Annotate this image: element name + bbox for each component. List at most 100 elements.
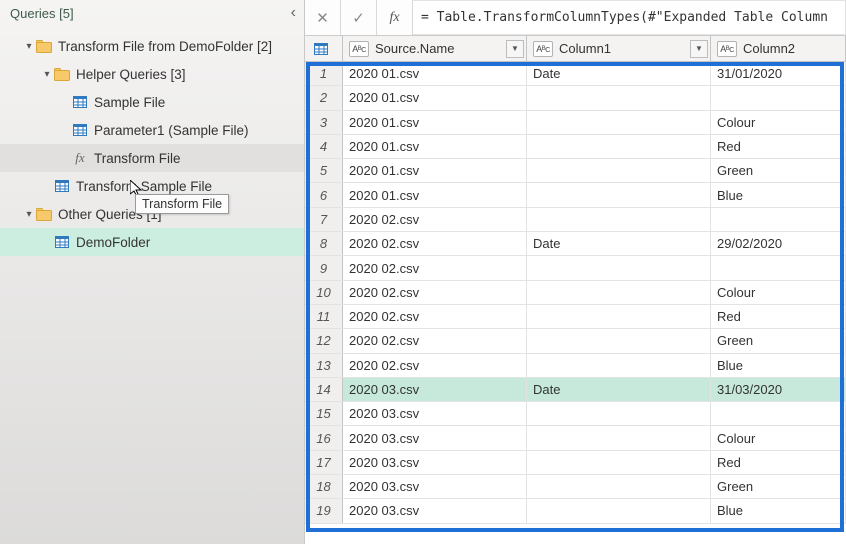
accept-button[interactable]: ✓ bbox=[341, 0, 377, 35]
table-row[interactable]: 172020 03.csv Red bbox=[305, 451, 846, 475]
row-number[interactable]: 5 bbox=[305, 159, 343, 182]
cell-c1[interactable] bbox=[527, 451, 711, 474]
cell-c1[interactable] bbox=[527, 305, 711, 328]
cell-source[interactable]: 2020 01.csv bbox=[343, 135, 527, 158]
tree-item[interactable]: ▾Helper Queries [3] bbox=[0, 60, 304, 88]
cell-source[interactable]: 2020 03.csv bbox=[343, 499, 527, 522]
cell-source[interactable]: 2020 01.csv bbox=[343, 183, 527, 206]
row-number[interactable]: 16 bbox=[305, 426, 343, 449]
cell-source[interactable]: 2020 02.csv bbox=[343, 256, 527, 279]
tree-item[interactable]: Sample File bbox=[0, 88, 304, 116]
cell-c2[interactable]: 31/01/2020 bbox=[711, 62, 846, 85]
cell-c2[interactable]: Red bbox=[711, 135, 846, 158]
row-number[interactable]: 6 bbox=[305, 183, 343, 206]
cell-c1[interactable]: Date bbox=[527, 62, 711, 85]
formula-input[interactable]: = Table.TransformColumnTypes(#"Expanded … bbox=[413, 0, 846, 35]
row-number[interactable]: 15 bbox=[305, 402, 343, 425]
row-number[interactable]: 14 bbox=[305, 378, 343, 401]
tree-item[interactable]: fxTransform File bbox=[0, 144, 304, 172]
cell-source[interactable]: 2020 02.csv bbox=[343, 305, 527, 328]
cell-c2[interactable]: 31/03/2020 bbox=[711, 378, 846, 401]
cell-c1[interactable] bbox=[527, 86, 711, 109]
cell-c2[interactable] bbox=[711, 256, 846, 279]
table-row[interactable]: 22020 01.csv bbox=[305, 86, 846, 110]
cell-c1[interactable] bbox=[527, 256, 711, 279]
cell-source[interactable]: 2020 02.csv bbox=[343, 281, 527, 304]
cell-c2[interactable]: Colour bbox=[711, 111, 846, 134]
row-number[interactable]: 18 bbox=[305, 475, 343, 498]
cell-c2[interactable]: Green bbox=[711, 329, 846, 352]
cell-c2[interactable]: Red bbox=[711, 305, 846, 328]
expand-icon[interactable]: ▾ bbox=[22, 41, 36, 52]
table-row[interactable]: 162020 03.csv Colour bbox=[305, 426, 846, 450]
cell-source[interactable]: 2020 02.csv bbox=[343, 232, 527, 255]
cell-c1[interactable] bbox=[527, 159, 711, 182]
table-row[interactable]: 92020 02.csv bbox=[305, 256, 846, 280]
cell-c2[interactable] bbox=[711, 86, 846, 109]
table-row[interactable]: 52020 01.csv Green bbox=[305, 159, 846, 183]
chevron-down-icon[interactable]: ▼ bbox=[506, 40, 524, 58]
cancel-button[interactable]: ✕ bbox=[305, 0, 341, 35]
cell-source[interactable]: 2020 01.csv bbox=[343, 159, 527, 182]
row-number[interactable]: 12 bbox=[305, 329, 343, 352]
cell-c1[interactable] bbox=[527, 426, 711, 449]
chevron-down-icon[interactable]: ▼ bbox=[690, 40, 708, 58]
cell-c2[interactable]: Colour bbox=[711, 426, 846, 449]
cell-source[interactable]: 2020 02.csv bbox=[343, 354, 527, 377]
table-row[interactable]: 132020 02.csvBlue bbox=[305, 354, 846, 378]
row-number[interactable]: 19 bbox=[305, 499, 343, 522]
tree-item[interactable]: ▾Transform File from DemoFolder [2] bbox=[0, 32, 304, 60]
row-number[interactable]: 7 bbox=[305, 208, 343, 231]
table-row[interactable]: 72020 02.csv bbox=[305, 208, 846, 232]
table-row[interactable]: 182020 03.csvGreen bbox=[305, 475, 846, 499]
column-header-c1[interactable]: ABC Column1 ▼ bbox=[527, 36, 711, 61]
cell-source[interactable]: 2020 03.csv bbox=[343, 402, 527, 425]
cell-c1[interactable]: Date bbox=[527, 378, 711, 401]
cell-c1[interactable] bbox=[527, 111, 711, 134]
row-number[interactable]: 17 bbox=[305, 451, 343, 474]
cell-source[interactable]: 2020 03.csv bbox=[343, 426, 527, 449]
expand-icon[interactable]: ▾ bbox=[40, 69, 54, 80]
cell-c1[interactable] bbox=[527, 281, 711, 304]
row-number[interactable]: 1 bbox=[305, 62, 343, 85]
expand-icon[interactable]: ▾ bbox=[22, 209, 36, 220]
cell-c1[interactable] bbox=[527, 208, 711, 231]
cell-c1[interactable] bbox=[527, 183, 711, 206]
collapse-icon[interactable]: ‹ bbox=[291, 4, 296, 22]
cell-c2[interactable]: Green bbox=[711, 475, 846, 498]
cell-source[interactable]: 2020 01.csv bbox=[343, 86, 527, 109]
table-row[interactable]: 122020 02.csv Green bbox=[305, 329, 846, 353]
cell-c1[interactable] bbox=[527, 135, 711, 158]
row-number[interactable]: 11 bbox=[305, 305, 343, 328]
cell-c1[interactable] bbox=[527, 499, 711, 522]
cell-c2[interactable]: Blue bbox=[711, 183, 846, 206]
cell-c1[interactable] bbox=[527, 475, 711, 498]
cell-c2[interactable]: Green bbox=[711, 159, 846, 182]
tree-item[interactable]: Parameter1 (Sample File) bbox=[0, 116, 304, 144]
table-row[interactable]: 42020 01.csv Red bbox=[305, 135, 846, 159]
table-row[interactable]: 142020 03.csvDate31/03/2020 bbox=[305, 378, 846, 402]
row-number[interactable]: 8 bbox=[305, 232, 343, 255]
cell-c2[interactable]: Blue bbox=[711, 499, 846, 522]
cell-c2[interactable]: Red bbox=[711, 451, 846, 474]
row-number[interactable]: 4 bbox=[305, 135, 343, 158]
cell-c1[interactable] bbox=[527, 354, 711, 377]
cell-source[interactable]: 2020 01.csv bbox=[343, 111, 527, 134]
cell-c1[interactable]: Date bbox=[527, 232, 711, 255]
table-row[interactable]: 102020 02.csv Colour bbox=[305, 281, 846, 305]
row-number[interactable]: 10 bbox=[305, 281, 343, 304]
cell-source[interactable]: 2020 01.csv bbox=[343, 62, 527, 85]
cell-c2[interactable] bbox=[711, 402, 846, 425]
cell-c1[interactable] bbox=[527, 402, 711, 425]
table-row[interactable]: 112020 02.csv Red bbox=[305, 305, 846, 329]
fx-icon[interactable]: fx bbox=[377, 0, 413, 35]
table-row[interactable]: 32020 01.csvColour bbox=[305, 111, 846, 135]
cell-c2[interactable]: 29/02/2020 bbox=[711, 232, 846, 255]
cell-source[interactable]: 2020 03.csv bbox=[343, 451, 527, 474]
cell-source[interactable]: 2020 02.csv bbox=[343, 329, 527, 352]
cell-source[interactable]: 2020 03.csv bbox=[343, 378, 527, 401]
grid-corner[interactable] bbox=[305, 36, 343, 61]
column-header-c2[interactable]: ABC Column2 bbox=[711, 36, 846, 61]
column-header-source[interactable]: ABC Source.Name ▼ bbox=[343, 36, 527, 61]
cell-c2[interactable]: Colour bbox=[711, 281, 846, 304]
